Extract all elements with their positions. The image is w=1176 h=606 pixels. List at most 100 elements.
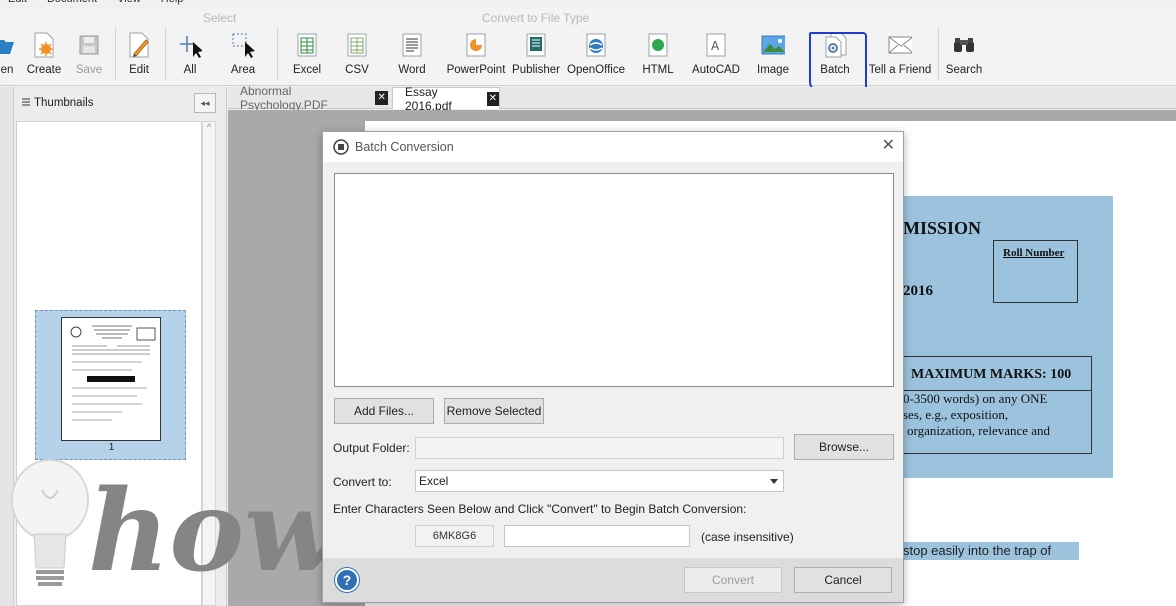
convert-group-title: Convert to File Type bbox=[482, 11, 590, 25]
output-folder-label: Output Folder: bbox=[333, 441, 410, 455]
html-button[interactable]: HTML bbox=[642, 32, 674, 82]
select-group-title: Select bbox=[203, 11, 237, 25]
dialog-title-bar[interactable]: Batch Conversion ✕ bbox=[323, 132, 903, 162]
open-button[interactable]: en bbox=[0, 32, 18, 82]
captcha-input[interactable] bbox=[504, 525, 690, 547]
svg-text:A: A bbox=[711, 39, 720, 53]
excel-button[interactable]: Excel bbox=[290, 32, 324, 82]
pdf-year: 2016 bbox=[903, 283, 933, 299]
powerpoint-label: PowerPoint bbox=[446, 64, 506, 76]
cancel-button[interactable]: Cancel bbox=[794, 567, 892, 593]
convert-to-value: Excel bbox=[419, 474, 449, 488]
dialog-footer: ? Convert Cancel bbox=[323, 558, 903, 602]
autocad-label: AutoCAD bbox=[692, 64, 740, 76]
binoculars-icon bbox=[952, 32, 976, 58]
marks-table: MAXIMUM MARKS: 100 0-3500 words) on any … bbox=[903, 356, 1092, 454]
autocad-icon: A bbox=[704, 32, 728, 58]
menu-edit[interactable]: Edit bbox=[8, 0, 27, 8]
add-files-button[interactable]: Add Files... bbox=[334, 398, 434, 424]
search-label: Search bbox=[945, 64, 983, 76]
menu-document[interactable]: Document bbox=[47, 0, 97, 8]
openoffice-icon bbox=[584, 32, 608, 58]
csv-button[interactable]: CSV bbox=[342, 32, 372, 82]
folder-icon bbox=[0, 32, 19, 58]
menu-view[interactable]: View bbox=[117, 0, 141, 8]
pdf-line-1: 0-3500 words) on any ONE bbox=[903, 391, 1048, 406]
close-icon[interactable]: ✕ bbox=[882, 138, 895, 154]
publisher-button[interactable]: Publisher bbox=[512, 32, 560, 82]
pdf-body-text: stop easily into the trap of bbox=[903, 543, 1052, 558]
select-area-button[interactable]: Area bbox=[229, 32, 257, 82]
captcha-code: 6MK8G6 bbox=[415, 525, 494, 547]
tell-a-friend-label: Tell a Friend bbox=[868, 64, 932, 76]
word-button[interactable]: Word bbox=[396, 32, 428, 82]
toolbar-separator bbox=[938, 28, 939, 80]
close-tab-icon[interactable]: ✕ bbox=[375, 91, 388, 105]
remove-selected-button[interactable]: Remove Selected bbox=[444, 398, 544, 424]
pdf-highlighted-region: MISSION Roll Number 2016 MAXIMUM MARKS: … bbox=[903, 196, 1113, 478]
pencil-icon bbox=[127, 32, 151, 58]
close-tab-icon[interactable]: ✕ bbox=[486, 91, 499, 106]
browse-button[interactable]: Browse... bbox=[794, 434, 894, 460]
pdf-line-3: organization, relevance and bbox=[907, 423, 1051, 438]
toolbar-separator bbox=[115, 28, 116, 80]
batch-conversion-dialog: Batch Conversion ✕ Add Files... Remove S… bbox=[322, 131, 904, 603]
image-button[interactable]: Image bbox=[756, 32, 790, 82]
menu-help[interactable]: Help bbox=[161, 0, 184, 8]
crosshair-cursor-icon bbox=[178, 32, 202, 58]
file-list[interactable] bbox=[334, 173, 894, 387]
open-label: en bbox=[0, 64, 14, 76]
dialog-title: Batch Conversion bbox=[355, 140, 454, 154]
thumbnails-title: Thumbnails bbox=[34, 97, 94, 109]
chevron-down-icon bbox=[770, 479, 778, 484]
csv-label: CSV bbox=[345, 64, 369, 76]
captcha-instruction: Enter Characters Seen Below and Click "C… bbox=[333, 502, 747, 516]
watermark-text: how bbox=[88, 466, 341, 597]
envelope-icon bbox=[888, 32, 912, 58]
autocad-button[interactable]: A AutoCAD bbox=[692, 32, 740, 82]
convert-button[interactable]: Convert bbox=[684, 567, 782, 593]
word-label: Word bbox=[398, 64, 426, 76]
watermark-logo: how bbox=[0, 450, 360, 606]
create-label: Create bbox=[26, 64, 62, 76]
create-button[interactable]: Create bbox=[26, 32, 62, 82]
document-tab-bar: Abnormal Psychology.PDF ✕ Essay 2016.pdf… bbox=[228, 84, 1176, 113]
toolbar: Select Convert to File Type en Create Sa… bbox=[0, 8, 1176, 92]
convert-to-select[interactable]: Excel bbox=[415, 470, 784, 492]
tab-essay-2016[interactable]: Essay 2016.pdf ✕ bbox=[392, 85, 500, 113]
pdf-heading: MISSION bbox=[903, 218, 982, 238]
tab-label: Abnormal Psychology.PDF bbox=[240, 84, 328, 112]
toolbar-separator bbox=[277, 28, 278, 80]
create-icon bbox=[32, 32, 56, 58]
menu-bar: Edit Document View Help bbox=[0, 0, 1176, 8]
excel-label: Excel bbox=[292, 64, 322, 76]
help-icon[interactable]: ? bbox=[335, 568, 359, 592]
tab-abnormal-psychology[interactable]: Abnormal Psychology.PDF ✕ bbox=[228, 84, 388, 112]
openoffice-button[interactable]: OpenOffice bbox=[566, 32, 626, 82]
page-thumbnail-image bbox=[61, 317, 161, 441]
powerpoint-button[interactable]: PowerPoint bbox=[446, 32, 506, 82]
publisher-icon bbox=[524, 32, 548, 58]
excel-icon bbox=[295, 32, 319, 58]
page-thumbnail-selected[interactable]: 1 bbox=[35, 310, 186, 460]
edit-button[interactable]: Edit bbox=[126, 32, 152, 82]
app-logo-icon bbox=[333, 139, 349, 155]
html-icon bbox=[646, 32, 670, 58]
output-folder-field[interactable] bbox=[415, 437, 784, 459]
openoffice-label: OpenOffice bbox=[567, 64, 625, 76]
save-button[interactable]: Save bbox=[76, 32, 102, 82]
batch-highlight-annotation bbox=[809, 32, 867, 92]
word-doc-icon bbox=[400, 32, 424, 58]
tell-a-friend-button[interactable]: Tell a Friend bbox=[868, 32, 932, 82]
area-label: Area bbox=[230, 64, 256, 76]
search-button[interactable]: Search bbox=[945, 32, 983, 82]
select-all-button[interactable]: All bbox=[176, 32, 204, 82]
scroll-up-icon[interactable]: ^ bbox=[207, 122, 211, 132]
image-label: Image bbox=[757, 64, 789, 76]
collapse-panel-button[interactable]: ◂◂ bbox=[194, 93, 216, 113]
floppy-disk-icon bbox=[77, 32, 101, 58]
powerpoint-icon bbox=[464, 32, 488, 58]
toolbar-separator bbox=[165, 28, 166, 80]
html-label: HTML bbox=[642, 64, 674, 76]
save-label: Save bbox=[75, 64, 103, 76]
